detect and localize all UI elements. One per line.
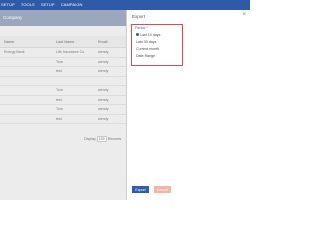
cell-email: wendy bbox=[98, 88, 109, 93]
cell-email: wendy bbox=[98, 50, 109, 55]
period-option-current-month[interactable]: Current month bbox=[136, 46, 159, 51]
period-option-label: Current month bbox=[136, 46, 159, 51]
table-row[interactable]: test wendy bbox=[0, 67, 126, 77]
cell-last-name: test bbox=[56, 116, 62, 121]
export-panel: Export × Period * Last 10 days Last 30 d… bbox=[126, 10, 250, 200]
pager-display-label: Display bbox=[84, 137, 96, 141]
header-name[interactable]: Name bbox=[0, 40, 54, 44]
export-panel-title: Export bbox=[132, 14, 146, 19]
cell-name: Energy Bank bbox=[4, 50, 25, 55]
period-option-last-10-days[interactable]: Last 10 days bbox=[136, 32, 160, 37]
table-row[interactable]: Energy Bank Life Insurance Co wendy bbox=[0, 48, 126, 58]
cell-email: wendy bbox=[98, 107, 109, 112]
cell-last-name: Tom bbox=[56, 59, 63, 64]
cell-last-name: Tom bbox=[56, 88, 63, 93]
header-email[interactable]: Email bbox=[96, 40, 126, 44]
nav-item-tools[interactable]: TOOLS bbox=[21, 2, 35, 7]
radio-selected-icon[interactable] bbox=[136, 33, 139, 36]
table-row[interactable]: Tom wendy bbox=[0, 86, 126, 96]
company-table: Name Last Name Email Energy Bank Life In… bbox=[0, 36, 126, 124]
period-option-label: Last 30 days bbox=[136, 39, 157, 44]
cell-last-name: test bbox=[56, 69, 62, 74]
table-row[interactable]: Tom wendy bbox=[0, 58, 126, 67]
cell-email: wendy bbox=[98, 97, 109, 102]
period-option-date-range[interactable]: Date Range bbox=[136, 53, 155, 58]
export-button[interactable]: Export bbox=[132, 186, 149, 193]
table-row[interactable]: test wendy bbox=[0, 115, 126, 124]
subbar-title: Company bbox=[3, 15, 23, 20]
nav-item-campaign[interactable]: CAMPAIGN bbox=[61, 2, 83, 7]
table-row[interactable]: Tom wendy bbox=[0, 105, 126, 115]
period-selection-box: Period * Last 10 days Last 30 days Curre… bbox=[131, 24, 183, 66]
pager: Display 100 Records bbox=[84, 136, 121, 142]
table-row[interactable] bbox=[0, 77, 126, 86]
cancel-button[interactable]: Cancel bbox=[154, 186, 171, 193]
page-size-select[interactable]: 100 bbox=[96, 136, 107, 142]
cell-email: wendy bbox=[98, 69, 109, 74]
period-label: Period * bbox=[135, 26, 148, 30]
table-row[interactable]: test wendy bbox=[0, 96, 126, 105]
pager-records-label: Records bbox=[107, 137, 122, 141]
nav-item-setup-2[interactable]: SETUP bbox=[41, 2, 55, 7]
cell-last-name: Life Insurance Co bbox=[56, 50, 85, 55]
nav-menu: SETUP TOOLS SETUP CAMPAIGN bbox=[0, 2, 83, 7]
top-nav-bar: SETUP TOOLS SETUP CAMPAIGN bbox=[0, 0, 250, 10]
period-option-label: Last 10 days bbox=[140, 32, 161, 37]
nav-item-setup[interactable]: SETUP bbox=[1, 2, 15, 7]
table-header: Name Last Name Email bbox=[0, 36, 126, 48]
cell-last-name: Tom bbox=[56, 107, 63, 112]
company-subbar: Company bbox=[0, 10, 126, 26]
header-last-name[interactable]: Last Name bbox=[54, 40, 96, 44]
period-option-last-30-days[interactable]: Last 30 days bbox=[136, 39, 156, 44]
close-icon[interactable]: × bbox=[242, 12, 246, 18]
cell-email: wendy bbox=[98, 116, 109, 121]
cell-email: wendy bbox=[98, 59, 109, 64]
period-option-label: Date Range bbox=[136, 53, 156, 58]
main-content: Company Name Last Name Email Energy Bank… bbox=[0, 10, 126, 200]
cell-last-name: test bbox=[56, 97, 62, 102]
